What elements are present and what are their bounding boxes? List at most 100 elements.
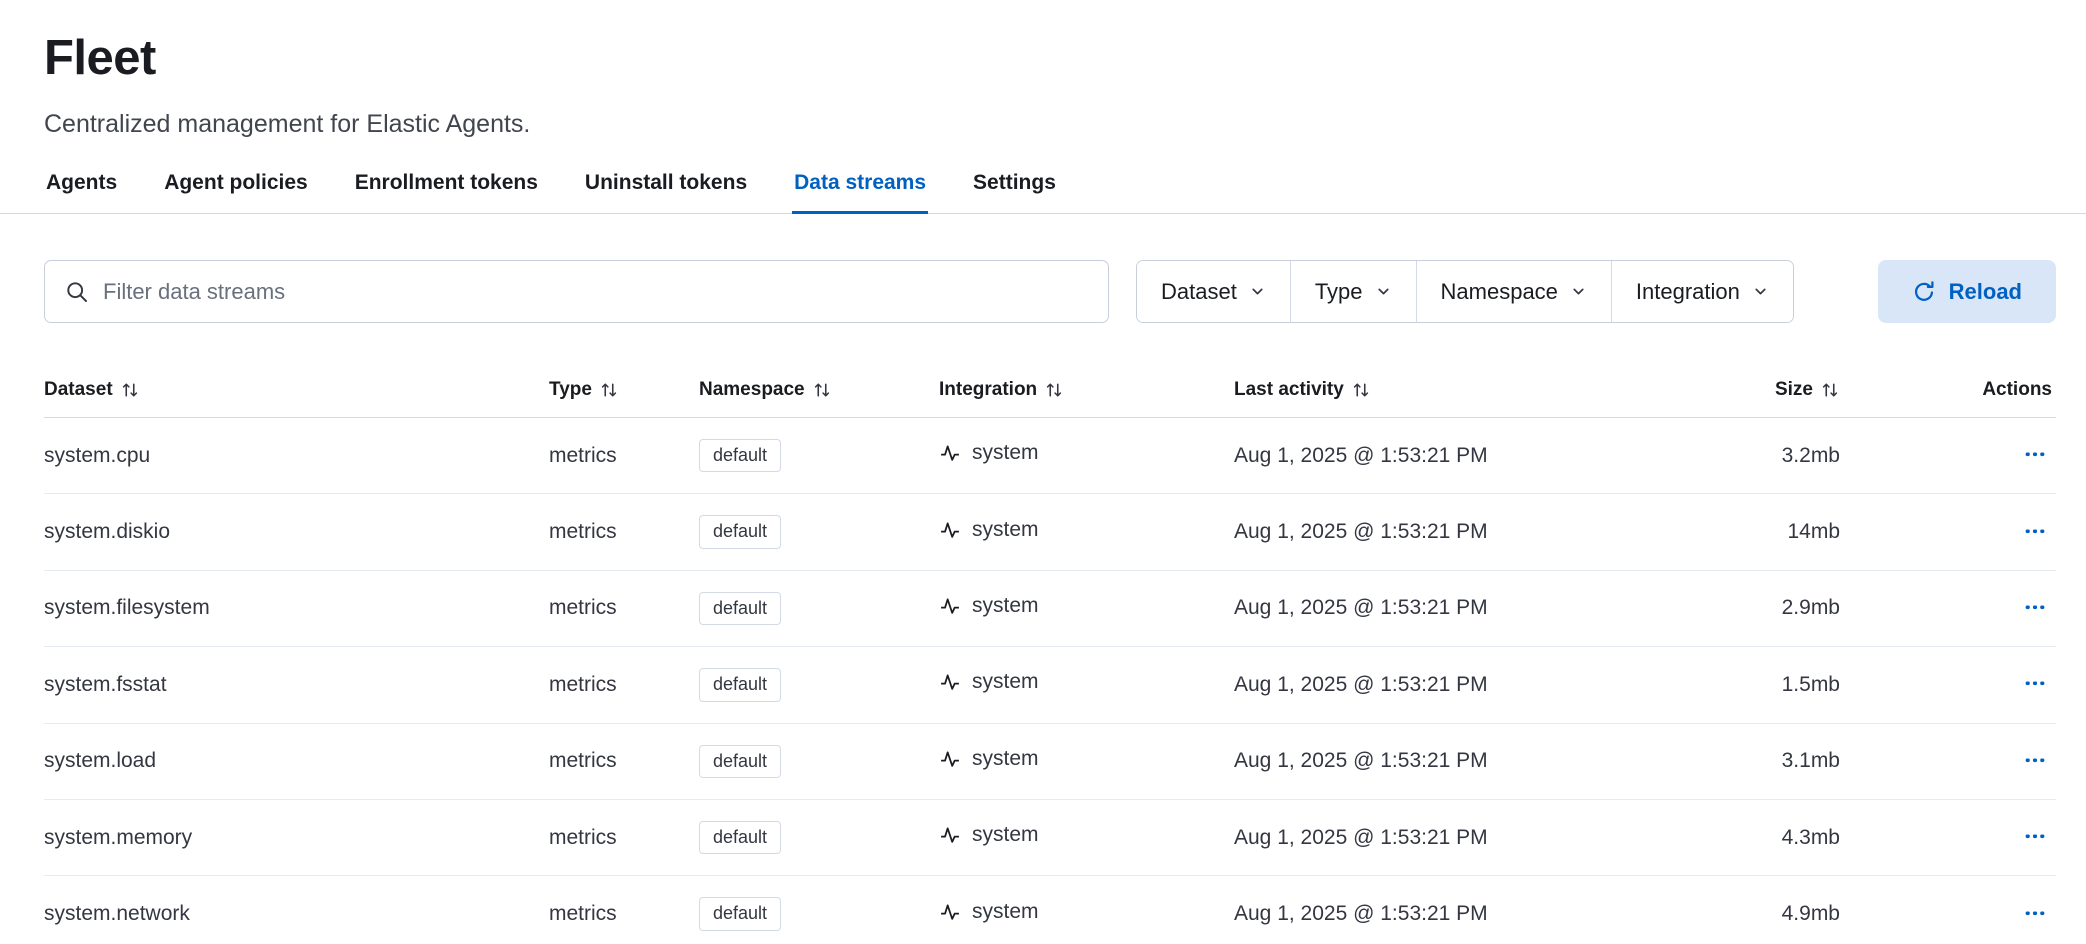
sort-arrows-icon[interactable] bbox=[812, 380, 832, 400]
pulse-icon bbox=[939, 824, 961, 846]
sort-arrows-icon[interactable] bbox=[1351, 380, 1371, 400]
tab-enrollment-tokens[interactable]: Enrollment tokens bbox=[353, 165, 540, 213]
ellipsis-icon bbox=[2024, 520, 2046, 542]
last-activity-cell: Aug 1, 2025 @ 1:53:21 PM bbox=[1234, 799, 1654, 875]
row-actions-button[interactable] bbox=[2018, 745, 2052, 778]
search-icon bbox=[65, 280, 89, 304]
column-header-type[interactable]: Type bbox=[549, 361, 699, 418]
last-activity-cell: Aug 1, 2025 @ 1:53:21 PM bbox=[1234, 494, 1654, 570]
content-area: DatasetTypeNamespaceIntegration Reload D… bbox=[0, 260, 2086, 944]
row-actions-button[interactable] bbox=[2018, 439, 2052, 472]
size-cell: 14mb bbox=[1654, 494, 1844, 570]
tab-uninstall-tokens[interactable]: Uninstall tokens bbox=[583, 165, 749, 213]
pulse-icon bbox=[939, 519, 961, 541]
actions-cell bbox=[1844, 876, 2056, 944]
integration-name: system bbox=[972, 441, 1039, 465]
row-actions-button[interactable] bbox=[2018, 898, 2052, 931]
tab-agent-policies[interactable]: Agent policies bbox=[162, 165, 310, 213]
integration-cell: system bbox=[939, 876, 1234, 944]
pulse-icon bbox=[939, 442, 961, 464]
actions-cell bbox=[1844, 799, 2056, 875]
namespace-cell: default bbox=[699, 647, 939, 723]
integration-cell: system bbox=[939, 799, 1234, 875]
filter-type[interactable]: Type bbox=[1291, 261, 1417, 322]
actions-cell bbox=[1844, 647, 2056, 723]
search-input[interactable] bbox=[103, 279, 1088, 305]
column-label: Namespace bbox=[699, 379, 805, 401]
integration-cell: system bbox=[939, 723, 1234, 799]
actions-cell bbox=[1844, 723, 2056, 799]
tab-settings[interactable]: Settings bbox=[971, 165, 1058, 213]
size-cell: 3.2mb bbox=[1654, 418, 1844, 494]
dataset-cell: system.diskio bbox=[44, 494, 549, 570]
dataset-cell: system.network bbox=[44, 876, 549, 944]
search-box[interactable] bbox=[44, 260, 1109, 323]
column-header-last-activity[interactable]: Last activity bbox=[1234, 361, 1654, 418]
actions-cell bbox=[1844, 570, 2056, 646]
filter-label: Integration bbox=[1636, 279, 1740, 305]
integration-name: system bbox=[972, 900, 1039, 924]
integration-cell: system bbox=[939, 570, 1234, 646]
integration-name: system bbox=[972, 594, 1039, 618]
column-label: Actions bbox=[1982, 379, 2052, 401]
namespace-badge: default bbox=[699, 592, 781, 625]
pulse-icon bbox=[939, 671, 961, 693]
column-header-integration[interactable]: Integration bbox=[939, 361, 1234, 418]
column-header-size[interactable]: Size bbox=[1654, 361, 1844, 418]
type-cell: metrics bbox=[549, 723, 699, 799]
table-header-row: DatasetType Namespace IntegrationLast acti… bbox=[44, 361, 2056, 418]
tab-data-streams[interactable]: Data streams bbox=[792, 165, 928, 213]
size-cell: 1.5mb bbox=[1654, 647, 1844, 723]
namespace-cell: default bbox=[699, 799, 939, 875]
namespace-cell: default bbox=[699, 570, 939, 646]
type-cell: metrics bbox=[549, 570, 699, 646]
type-cell: metrics bbox=[549, 494, 699, 570]
chevron-down-icon bbox=[1570, 283, 1587, 300]
dataset-cell: system.fsstat bbox=[44, 647, 549, 723]
type-cell: metrics bbox=[549, 647, 699, 723]
filter-label: Type bbox=[1315, 279, 1363, 305]
sort-arrows-icon[interactable] bbox=[120, 380, 140, 400]
reload-label: Reload bbox=[1949, 279, 2022, 305]
row-actions-button[interactable] bbox=[2018, 668, 2052, 701]
dataset-cell: system.filesystem bbox=[44, 570, 549, 646]
column-header-dataset[interactable]: Dataset bbox=[44, 361, 549, 418]
dataset-cell: system.memory bbox=[44, 799, 549, 875]
tab-bar: Agents Agent policies Enrollment tokens Uni… bbox=[44, 165, 2056, 213]
sort-arrows-icon[interactable] bbox=[599, 380, 619, 400]
sort-arrows-icon[interactable] bbox=[1820, 380, 1840, 400]
column-header-actions: Actions bbox=[1844, 361, 2056, 418]
integration-name: system bbox=[972, 670, 1039, 694]
row-actions-button[interactable] bbox=[2018, 821, 2052, 854]
tab-bar-wrap: Agents Agent policies Enrollment tokens Uni… bbox=[0, 165, 2086, 214]
namespace-cell: default bbox=[699, 494, 939, 570]
integration-name: system bbox=[972, 518, 1039, 542]
type-cell: metrics bbox=[549, 799, 699, 875]
namespace-badge: default bbox=[699, 745, 781, 778]
column-header-namespace[interactable]: Namespace bbox=[699, 361, 939, 418]
table-row: system.diskiometricsdefault system Aug 1, … bbox=[44, 494, 2056, 570]
column-label: Type bbox=[549, 379, 592, 401]
sort-arrows-icon[interactable] bbox=[1044, 380, 1064, 400]
chevron-down-icon bbox=[1375, 283, 1392, 300]
ellipsis-icon bbox=[2024, 749, 2046, 771]
actions-cell bbox=[1844, 418, 2056, 494]
chevron-down-icon bbox=[1249, 283, 1266, 300]
table-row: system.memorymetricsdefault systemAug 1, … bbox=[44, 799, 2056, 875]
row-actions-button[interactable] bbox=[2018, 592, 2052, 625]
namespace-badge: default bbox=[699, 668, 781, 701]
table-row: system.cpumetricsdefaultsystemAug 1, 202… bbox=[44, 418, 2056, 494]
filter-dataset[interactable]: Dataset bbox=[1137, 261, 1291, 322]
pulse-icon bbox=[939, 901, 961, 923]
table-body: system.cpumetricsdefaultsystemAug 1, 202… bbox=[44, 418, 2056, 944]
column-label: Size bbox=[1775, 379, 1813, 401]
ellipsis-icon bbox=[2024, 825, 2046, 847]
type-cell: metrics bbox=[549, 418, 699, 494]
tab-agents[interactable]: Agents bbox=[44, 165, 119, 213]
namespace-badge: default bbox=[699, 515, 781, 548]
namespace-badge: default bbox=[699, 821, 781, 854]
filter-integration[interactable]: Integration bbox=[1612, 261, 1793, 322]
row-actions-button[interactable] bbox=[2018, 516, 2052, 549]
filter-namespace[interactable]: Namespace bbox=[1417, 261, 1612, 322]
reload-button[interactable]: Reload bbox=[1878, 260, 2056, 323]
